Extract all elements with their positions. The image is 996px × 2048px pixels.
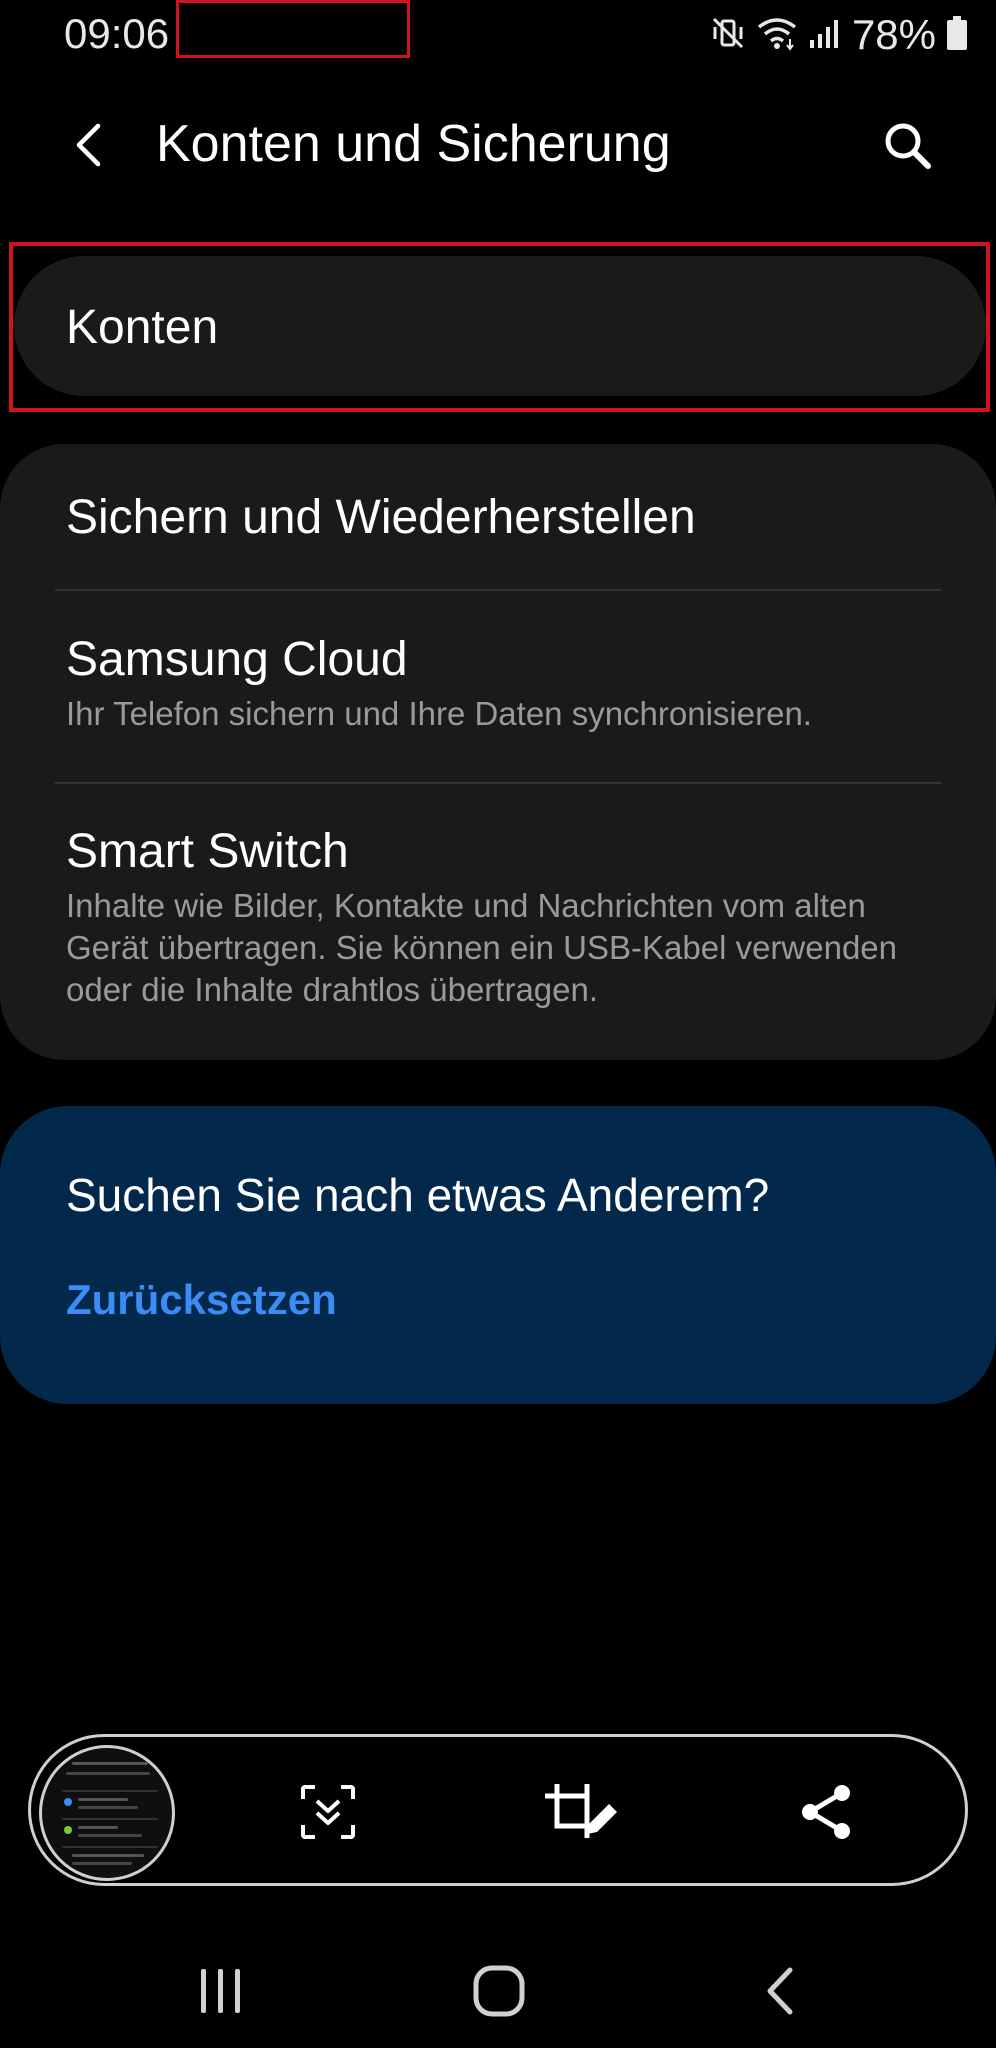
battery-percentage: 78% [851, 11, 936, 58]
back-button[interactable] [62, 118, 114, 172]
menu-item-title: Samsung Cloud [66, 633, 408, 686]
scroll-capture-button[interactable] [293, 1777, 363, 1847]
home-icon [473, 1965, 525, 2017]
status-time: 09:06 [64, 10, 170, 57]
reset-link[interactable]: Zurücksetzen [66, 1276, 337, 1324]
menu-item-smart-switch[interactable]: Smart Switch Inhalte wie Bilder, Kontakt… [66, 824, 946, 1011]
home-button[interactable] [464, 1956, 534, 2026]
page-title: Konten und Sicherung [156, 115, 671, 173]
suggestion-card: Suchen Sie nach etwas Anderem? Zurückset… [0, 1106, 996, 1404]
chevron-left-icon [76, 123, 101, 167]
divider [55, 589, 941, 591]
screenshot-toolbar [28, 1734, 968, 1886]
menu-item-title: Sichern und Wiederherstellen [66, 491, 696, 544]
share-button[interactable] [791, 1777, 861, 1847]
annotation-highlight-box [176, 0, 410, 58]
menu-item-subtitle: Ihr Telefon sichern und Ihre Daten synch… [66, 695, 812, 732]
wifi-icon [756, 15, 798, 56]
screenshot-thumbnail[interactable] [39, 1745, 175, 1881]
menu-item-title: Smart Switch [66, 825, 349, 878]
suggestion-title: Suchen Sie nach etwas Anderem? [66, 1169, 770, 1221]
battery-icon [946, 15, 968, 56]
menu-item-subtitle: Inhalte wie Bilder, Kontakte und Nachric… [66, 887, 898, 1008]
recent-apps-button[interactable] [186, 1956, 256, 2026]
signal-icon [808, 16, 842, 55]
menu-item-samsung-cloud[interactable]: Samsung Cloud Ihr Telefon sichern und Ih… [66, 632, 946, 735]
crop-edit-icon [545, 1784, 617, 1838]
annotation-highlight-box [9, 242, 990, 412]
crop-edit-button[interactable] [539, 1777, 621, 1847]
search-icon [885, 123, 931, 169]
divider [55, 782, 941, 784]
status-icons: 78% [710, 10, 968, 60]
back-icon [767, 1967, 793, 2015]
status-bar: 09:06 78% [0, 0, 996, 70]
search-button[interactable] [876, 114, 938, 176]
menu-item-sichern[interactable]: Sichern und Wiederherstellen [66, 490, 946, 545]
back-nav-button[interactable] [744, 1956, 814, 2026]
app-bar: Konten und Sicherung [0, 100, 996, 190]
backup-settings-group: Sichern und Wiederherstellen Samsung Clo… [0, 444, 996, 1060]
mute-vibrate-icon [710, 15, 746, 56]
scroll-capture-icon [301, 1785, 355, 1839]
navigation-bar [0, 1930, 996, 2048]
share-icon [802, 1785, 850, 1839]
recent-apps-icon [201, 1969, 240, 2013]
